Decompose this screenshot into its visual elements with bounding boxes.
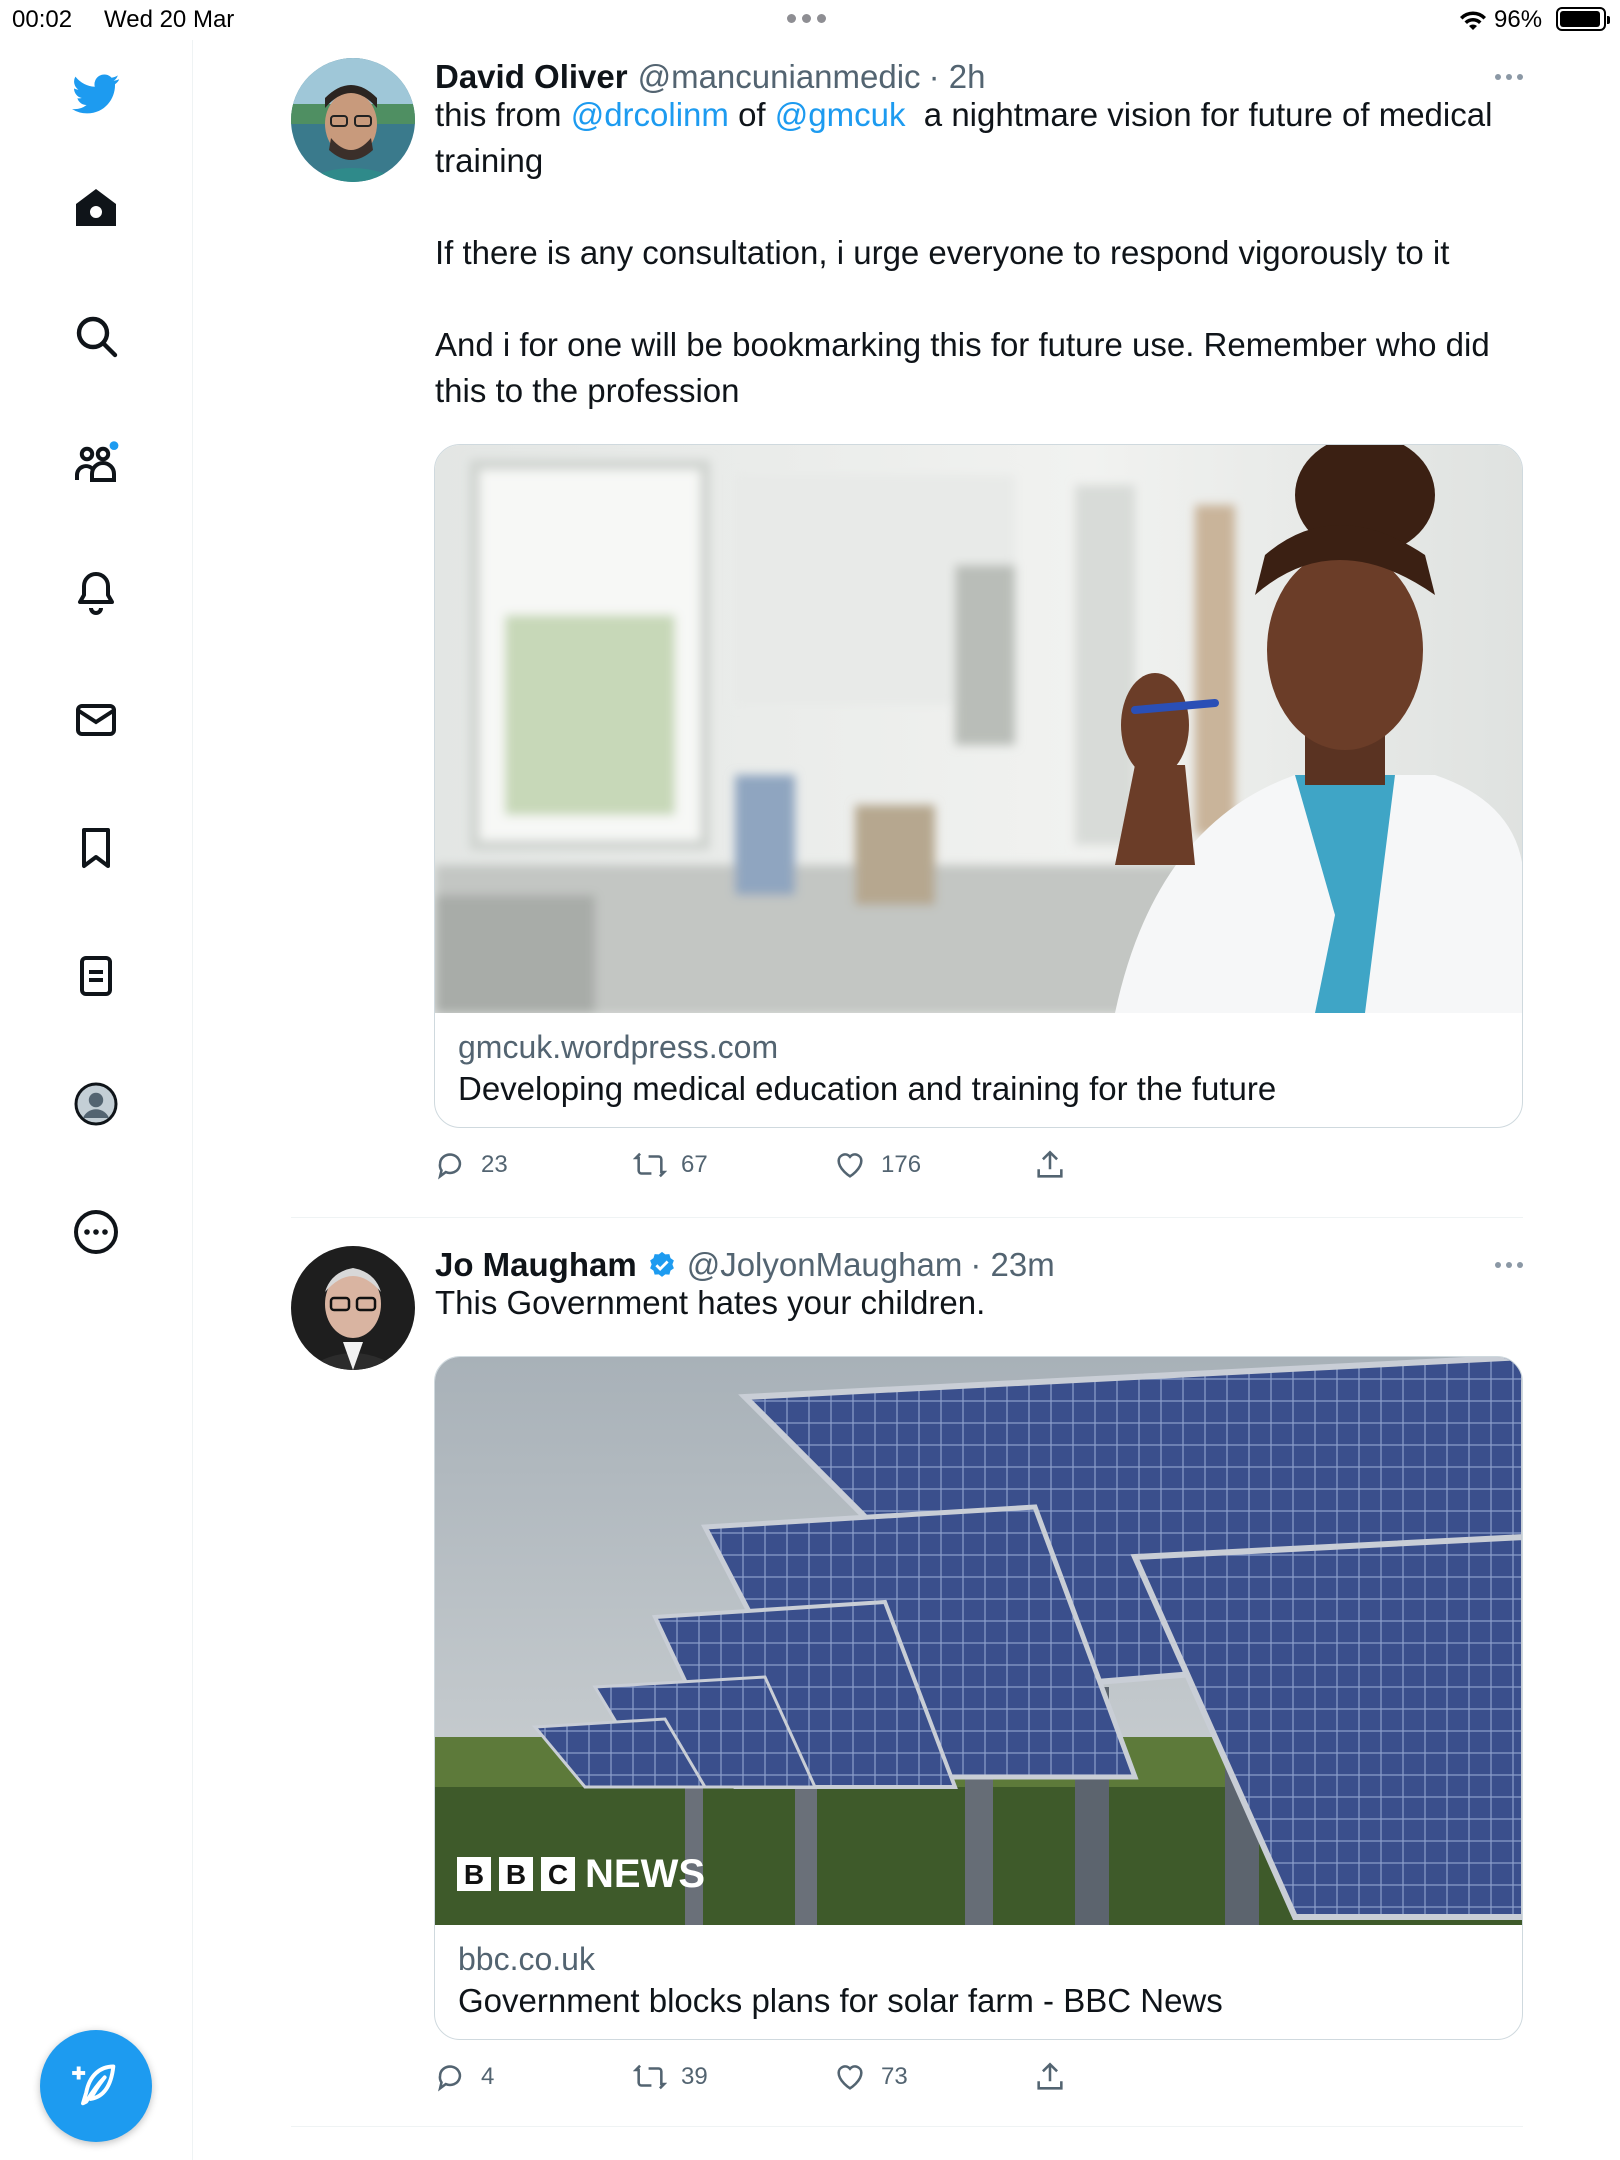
reply-button[interactable]: 23 <box>433 1148 508 1182</box>
messages-envelope-icon[interactable] <box>64 688 128 752</box>
retweet-button[interactable]: 39 <box>633 2060 708 2094</box>
tweet-time[interactable]: · 2h <box>929 58 986 96</box>
avatar[interactable] <box>291 58 415 182</box>
tweet-text: This Government hates your children. <box>435 1284 986 1321</box>
tweet-more-icon[interactable] <box>1495 74 1523 80</box>
tweet-text: this from @drcolinm of @gmcuk a nightmar… <box>435 96 1493 409</box>
card-domain: gmcuk.wordpress.com <box>458 1029 779 1065</box>
tweet-more-icon[interactable] <box>1495 1262 1523 1268</box>
svg-text:C: C <box>548 1859 568 1890</box>
more-options-icon[interactable] <box>64 1200 128 1264</box>
card-image: B B C NEWS <box>435 1357 1522 1925</box>
author-name[interactable]: David Oliver <box>435 58 628 96</box>
card-title: Developing medical education and trainin… <box>458 1070 1277 1107</box>
tweet-header: David Oliver @mancunianmedic · 2h <box>435 58 985 96</box>
tweet-actions: 23 67 176 <box>433 1148 1133 1188</box>
reply-icon <box>438 2065 462 2092</box>
mention-link[interactable]: @gmcuk <box>775 96 906 133</box>
retweet-count: 39 <box>681 2063 708 2090</box>
search-icon[interactable] <box>64 304 128 368</box>
author-handle[interactable]: @JolyonMaugham <box>687 1246 963 1284</box>
notifications-bell-icon[interactable] <box>64 560 128 624</box>
retweet-button[interactable]: 67 <box>633 1148 708 1182</box>
heart-icon <box>837 1153 863 1178</box>
share-icon <box>1037 1150 1063 1178</box>
card-title: Government blocks plans for solar farm -… <box>458 1982 1223 2019</box>
multitasking-dots[interactable] <box>787 14 826 23</box>
home-icon[interactable] <box>64 176 128 240</box>
card-image <box>435 445 1522 1013</box>
svg-text:NEWS: NEWS <box>585 1852 705 1896</box>
author-handle[interactable]: @mancunianmedic <box>638 58 921 96</box>
card-domain: bbc.co.uk <box>458 1941 595 1977</box>
compose-tweet-button[interactable] <box>40 2030 152 2142</box>
retweet-icon <box>633 2064 667 2090</box>
sidebar <box>0 40 193 2160</box>
twitter-logo-icon[interactable] <box>64 62 128 126</box>
reply-button[interactable]: 4 <box>433 2060 494 2094</box>
svg-text:B: B <box>506 1859 526 1890</box>
heart-icon <box>837 2065 863 2090</box>
battery-percent: 96% <box>1494 6 1543 33</box>
share-button[interactable] <box>1033 1148 1067 1182</box>
wifi-icon <box>1460 11 1486 30</box>
status-date: Wed 20 Mar <box>104 6 235 33</box>
like-button[interactable]: 73 <box>833 2060 908 2094</box>
mention-link[interactable]: @drcolinm <box>571 96 729 133</box>
tweet-header: Jo Maugham @JolyonMaugham · 23m <box>435 1246 1055 1284</box>
share-icon <box>1037 2062 1063 2090</box>
status-time: 00:02 <box>12 6 73 33</box>
retweet-count: 67 <box>681 1151 708 1178</box>
tweet-time[interactable]: · 23m <box>970 1246 1054 1284</box>
compose-tweet-icon <box>72 2064 116 2106</box>
battery-icon <box>1556 7 1610 31</box>
status-bar: 00:02 Wed 20 Mar 96% <box>0 0 1620 40</box>
svg-text:B: B <box>464 1859 484 1890</box>
retweet-icon <box>633 1152 667 1178</box>
tweet-divider <box>291 2126 1523 2127</box>
link-card[interactable]: gmcuk.wordpress.com Developing medical e… <box>434 444 1523 1128</box>
author-name[interactable]: Jo Maugham <box>435 1246 637 1284</box>
profile-avatar-icon[interactable] <box>64 1072 128 1136</box>
communities-icon[interactable] <box>64 432 128 496</box>
bookmarks-icon[interactable] <box>64 816 128 880</box>
verified-badge-icon <box>647 1250 677 1280</box>
like-count: 73 <box>881 2063 908 2090</box>
lists-icon[interactable] <box>64 944 128 1008</box>
tweet-divider <box>291 1217 1523 1218</box>
tweet-actions: 4 39 73 <box>433 2060 1133 2100</box>
share-button[interactable] <box>1033 2060 1067 2094</box>
link-card[interactable]: B B C NEWS bbc.co.uk Government blocks p… <box>434 1356 1523 2040</box>
reply-icon <box>438 1153 462 1180</box>
like-count: 176 <box>881 1151 922 1178</box>
reply-count: 23 <box>481 1151 508 1178</box>
reply-count: 4 <box>481 2063 495 2090</box>
like-button[interactable]: 176 <box>833 1148 921 1182</box>
avatar[interactable] <box>291 1246 415 1370</box>
